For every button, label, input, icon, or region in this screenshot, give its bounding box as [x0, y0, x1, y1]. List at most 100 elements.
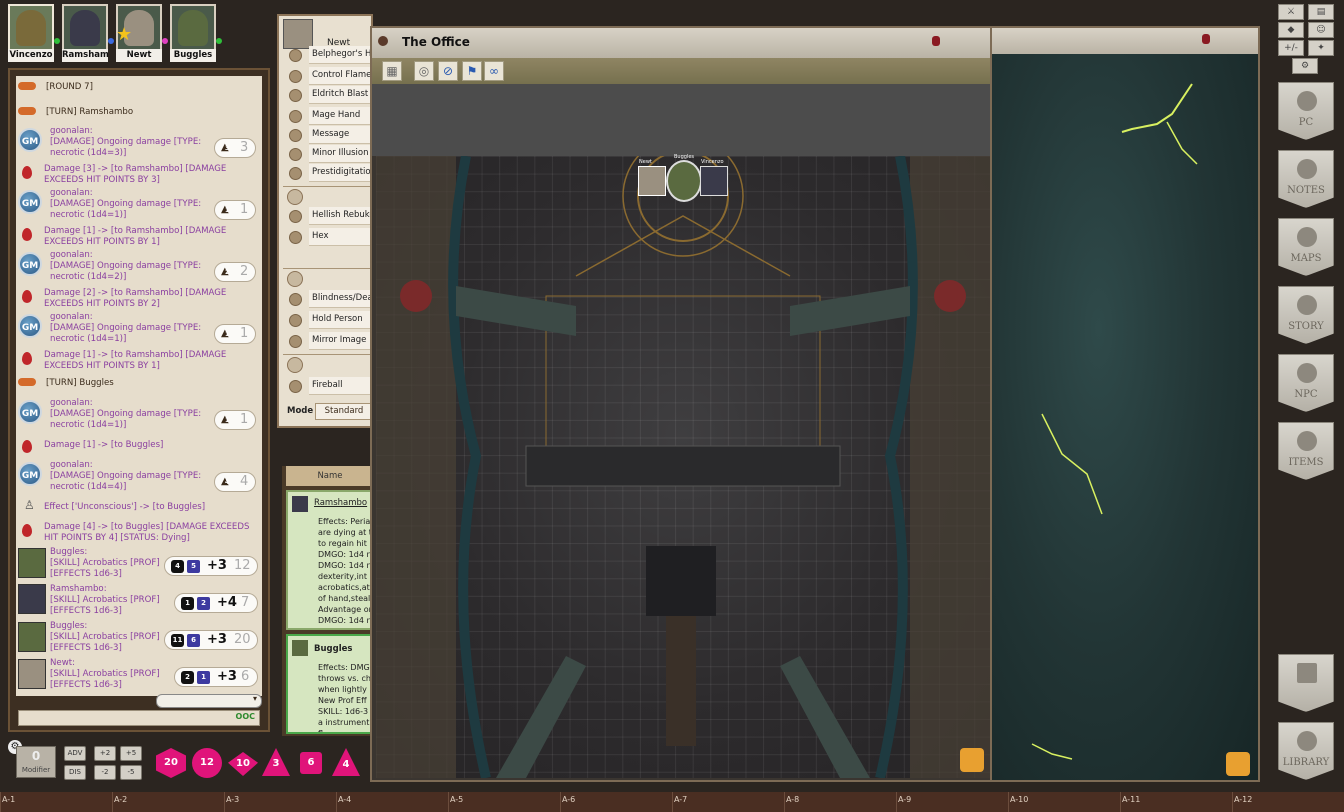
message-text: [DAMAGE] Ongoing damage [TYPE: necrotic … — [50, 199, 202, 220]
ruler-label: A-7 — [674, 795, 688, 804]
portrait-ramshambo[interactable]: Ramsham... — [62, 4, 108, 62]
gear-icon[interactable]: ⚙ — [1292, 58, 1318, 74]
dice-result: ▲ 1 1 — [214, 200, 256, 220]
ruler-tick — [112, 792, 113, 812]
binoculars-icon[interactable]: ∞ — [484, 61, 504, 81]
spell-item[interactable]: Message — [283, 126, 373, 144]
sidebar-maps[interactable]: MAPS — [1278, 218, 1334, 276]
dis-button[interactable]: DIS — [64, 765, 86, 780]
die-value: 1 — [225, 207, 230, 214]
damage-drop-icon — [22, 524, 32, 537]
tool-button[interactable]: ☺ — [1308, 22, 1334, 38]
portrait-buggles[interactable]: Buggles — [170, 4, 216, 62]
message-text: Damage [1] -> [to Buggles] — [44, 440, 164, 450]
sidebar-notes[interactable]: NOTES — [1278, 150, 1334, 208]
mode-label: Mode — [287, 406, 314, 416]
spell-icon — [289, 380, 302, 393]
window-titlebar[interactable] — [992, 28, 1258, 54]
mode-select[interactable]: Standard — [315, 403, 373, 420]
flag-icon[interactable]: ⚑ — [462, 61, 482, 81]
chat-input[interactable]: OOC — [18, 710, 260, 726]
spell-icon — [289, 89, 302, 102]
minus2-button[interactable]: -2 — [94, 765, 116, 780]
storm-map-image — [1031, 83, 1198, 760]
tool-button[interactable]: ⚔ — [1278, 4, 1304, 20]
tracker-entry[interactable]: Ramshambo Effects: Peria are dying at t … — [286, 490, 374, 630]
spell-item[interactable]: Hold Person — [283, 311, 373, 329]
sidebar-library[interactable]: LIBRARY — [1278, 722, 1334, 780]
target-icon[interactable]: ◎ — [414, 61, 434, 81]
d6-value: 6 — [187, 634, 200, 647]
chat-log[interactable]: [ROUND 7] [TURN] Ramshambo GM goonalan: … — [16, 76, 262, 696]
spell-item[interactable]: Mage Hand — [283, 107, 373, 125]
sender: goonalan: — [50, 312, 93, 322]
ruler-label: A-12 — [1234, 795, 1253, 804]
wand-icon — [287, 271, 303, 287]
no-mask-icon[interactable]: ⊘ — [438, 61, 458, 81]
token-vincenzo[interactable]: Vincenzo — [700, 159, 728, 196]
map-tools-icon[interactable] — [1226, 752, 1250, 776]
roll-total: 6 — [241, 669, 250, 684]
plus5-button[interactable]: +5 — [120, 746, 142, 761]
plus2-button[interactable]: +2 — [94, 746, 116, 761]
turn-icon — [18, 82, 36, 90]
sidebar-npc[interactable]: NPC — [1278, 354, 1334, 412]
name-column-header: Name — [286, 466, 374, 486]
round-label: [ROUND 7] — [46, 82, 93, 92]
d6-die[interactable]: 6 — [300, 752, 322, 774]
d12-die[interactable]: 12 — [192, 748, 222, 778]
spell-item[interactable]: Hex — [283, 228, 373, 246]
modifier-box[interactable]: 0 Modifier — [16, 746, 56, 778]
lock-icon[interactable] — [932, 36, 940, 46]
d8-die[interactable]: 3 — [262, 748, 290, 776]
portrait-vincenzo[interactable]: Vincenzo — [8, 4, 54, 62]
spell-item[interactable]: Blindness/Deafn — [283, 290, 373, 308]
spell-item[interactable]: Hellish Rebuke — [283, 207, 373, 225]
window-titlebar[interactable]: The Office — [372, 28, 990, 58]
spell-item[interactable]: Control Flames — [283, 67, 373, 85]
spell-item[interactable]: Prestidigitation — [283, 164, 373, 182]
spell-level-header — [283, 186, 371, 205]
battle-map[interactable]: Newt Buggles Vincenzo — [376, 154, 990, 778]
sidebar-story[interactable]: STORY — [1278, 286, 1334, 344]
sidebar-tower[interactable] — [1278, 654, 1334, 712]
token-newt[interactable]: Newt — [638, 159, 666, 196]
die-value: 1 — [225, 417, 230, 424]
entry-effects: Effects: Peria are dying at t to regain … — [318, 517, 374, 625]
lock-icon[interactable] — [1202, 34, 1210, 44]
map-tools-icon[interactable] — [960, 748, 984, 772]
adv-button[interactable]: ADV — [64, 746, 86, 761]
spell-item[interactable]: Mirror Image — [283, 332, 373, 350]
tool-button[interactable]: ▤ — [1308, 4, 1334, 20]
d20-die[interactable]: 20 — [156, 748, 186, 778]
ruler-tick — [224, 792, 225, 812]
d4-die[interactable]: 4 — [332, 748, 360, 776]
message-text: [DAMAGE] Ongoing damage [TYPE: necrotic … — [50, 409, 202, 430]
ruler-label: A-6 — [562, 795, 576, 804]
turn-icon — [18, 107, 36, 115]
sidebar-items[interactable]: ITEMS — [1278, 422, 1334, 480]
roll-total: 1 — [240, 412, 249, 427]
chat-mode-select[interactable]: ▾ — [156, 694, 262, 708]
ruler-label: A-3 — [226, 795, 240, 804]
spell-item[interactable]: Fireball — [283, 377, 373, 395]
window-menu-icon[interactable] — [378, 36, 388, 46]
grid-icon[interactable]: ▦ — [382, 61, 402, 81]
tool-button[interactable]: ◆ — [1278, 22, 1304, 38]
chat-window: [ROUND 7] [TURN] Ramshambo GM goonalan: … — [8, 68, 270, 732]
minus5-button[interactable]: -5 — [120, 765, 142, 780]
sidebar-label: NPC — [1294, 389, 1318, 400]
sidebar-pc[interactable]: PC — [1278, 82, 1334, 140]
spell-item[interactable]: Eldritch Blast — [283, 86, 373, 104]
tracker-entry[interactable]: Buggles Effects: DMG throws vs. ch when … — [286, 634, 374, 734]
d6-value: 1 — [197, 671, 210, 684]
message-text: Damage [3] -> [to Ramshambo] [DAMAGE EXC… — [44, 164, 227, 185]
tool-button[interactable]: ✦ — [1308, 40, 1334, 56]
map-window[interactable]: The Office ▦ ◎ ⊘ ⚑ ∞ Newt Buggles Vincen… — [370, 26, 992, 782]
spell-item[interactable]: Belphegor's He — [283, 46, 373, 64]
token-buggles[interactable]: Buggles — [666, 154, 702, 202]
spell-item[interactable]: Minor Illusion — [283, 145, 373, 163]
modifier-toggle-button[interactable]: +/- — [1278, 40, 1304, 56]
d10-die[interactable]: 10 — [228, 752, 258, 776]
storm-map-window[interactable] — [990, 26, 1260, 782]
